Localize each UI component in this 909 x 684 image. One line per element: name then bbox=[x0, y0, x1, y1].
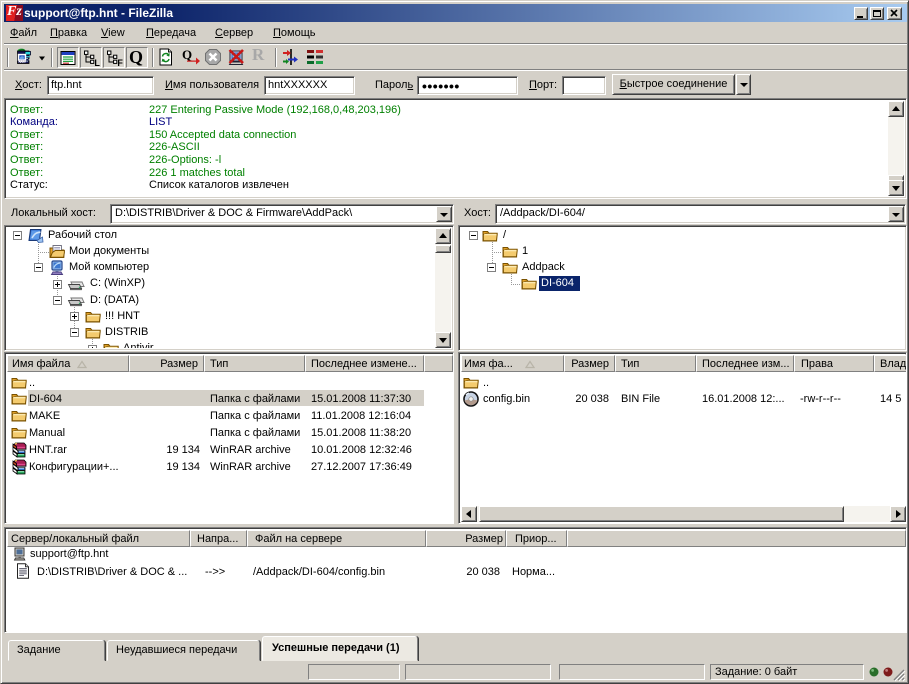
svg-text:F: F bbox=[117, 58, 123, 67]
svg-text:Q: Q bbox=[182, 48, 192, 62]
svg-text:L: L bbox=[94, 58, 100, 67]
